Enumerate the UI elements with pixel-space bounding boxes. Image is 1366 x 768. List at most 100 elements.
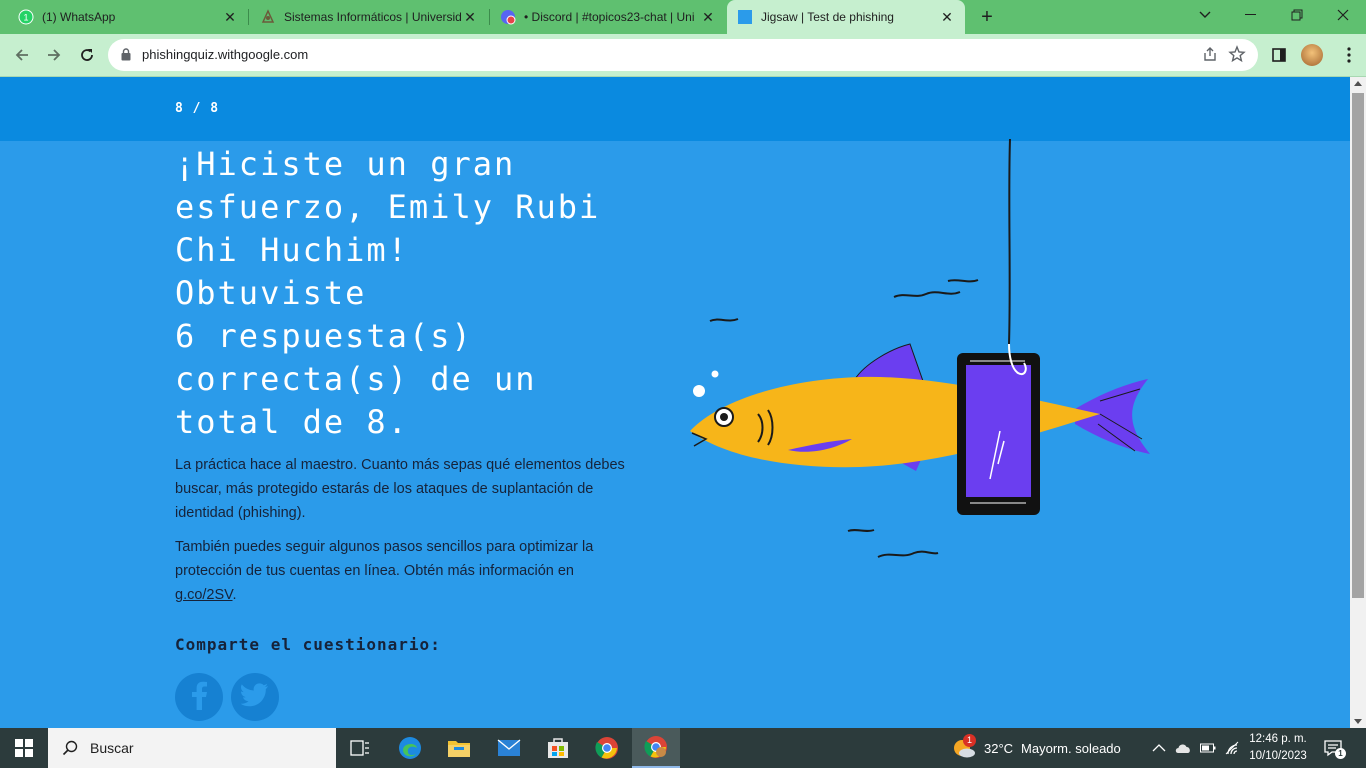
result-headline: ¡Hiciste un gran esfuerzo, Emily Rubi Ch…	[175, 143, 645, 444]
close-tab-icon[interactable]: ✕	[939, 9, 955, 25]
headline-line: total de 8.	[175, 403, 409, 441]
tab-sistemas[interactable]: Sistemas Informáticos | Universid ✕	[250, 0, 488, 34]
tab-strip: 1 (1) WhatsApp ✕ Sistemas Informáticos |…	[0, 0, 1366, 34]
edge-taskbar-button[interactable]	[386, 728, 434, 768]
paragraph-end: .	[232, 587, 237, 603]
mail-taskbar-button[interactable]	[485, 728, 533, 768]
profile-avatar[interactable]	[1301, 44, 1323, 66]
tab-discord[interactable]: • Discord | #topicos23-chat | Uni ✕	[490, 0, 726, 34]
whatsapp-icon: 1	[18, 9, 34, 25]
headline-line: ¡Hiciste un gran	[175, 145, 516, 183]
onedrive-icon[interactable]	[1174, 728, 1192, 768]
svg-text:1: 1	[23, 13, 28, 23]
security-paragraph: También puedes seguir algunos pasos senc…	[175, 535, 625, 607]
side-panel-icon[interactable]	[1266, 42, 1292, 68]
clock-time: 12:46 p. m.	[1249, 733, 1307, 745]
restore-button[interactable]	[1274, 0, 1320, 30]
security-paragraph-text: También puedes seguir algunos pasos senc…	[175, 539, 594, 579]
new-tab-button[interactable]: +	[975, 5, 999, 29]
system-clock[interactable]: 12:46 p. m. 10/10/2023	[1238, 731, 1318, 765]
water-ripple	[877, 550, 939, 558]
water-ripple	[709, 318, 739, 322]
reload-button[interactable]	[74, 42, 100, 68]
minimize-button[interactable]	[1228, 0, 1274, 30]
weather-badge: 1	[963, 734, 976, 747]
practice-paragraph: La práctica hace al maestro. Cuanto más …	[175, 457, 625, 521]
bookmark-star-icon[interactable]	[1228, 45, 1246, 68]
browser-toolbar: phishingquiz.withgoogle.com	[0, 34, 1366, 77]
search-icon	[62, 740, 78, 756]
fishing-line	[1008, 139, 1011, 345]
close-tab-icon[interactable]: ✕	[462, 9, 478, 25]
headline-line: Obtuviste	[175, 274, 367, 312]
page-scrollbar[interactable]	[1350, 77, 1366, 728]
back-button[interactable]	[9, 42, 35, 68]
quiz-header: 8 / 8	[0, 77, 1350, 141]
tab-title: • Discord | #topicos23-chat | Uni	[524, 10, 695, 24]
tab-title: Jigsaw | Test de phishing	[761, 10, 894, 24]
weather-sun-icon: 1	[952, 734, 976, 759]
scrollbar-thumb[interactable]	[1352, 93, 1364, 598]
store-taskbar-button[interactable]	[534, 728, 582, 768]
lock-icon[interactable]	[121, 48, 131, 66]
tab-divider	[248, 9, 249, 25]
progress-indicator: 8 / 8	[175, 101, 220, 116]
facebook-share-button[interactable]	[175, 673, 223, 721]
mail-icon	[497, 739, 521, 756]
twitter-icon	[240, 682, 269, 712]
weather-description: Mayorm. soleado	[1021, 740, 1121, 756]
chrome-icon	[595, 737, 618, 759]
phishing-fish-illustration	[690, 139, 1150, 558]
tab-jigsaw[interactable]: Jigsaw | Test de phishing ✕	[727, 0, 965, 34]
phone-screen	[966, 365, 1031, 497]
g-co-2sv-link[interactable]: g.co/2SV	[175, 587, 233, 603]
share-icon[interactable]	[1202, 46, 1218, 67]
windows-logo-icon	[15, 739, 33, 757]
scroll-down-arrow-icon[interactable]	[1354, 719, 1362, 724]
headline-line: 6 respuesta(s)	[175, 317, 473, 355]
headline-line: Chi Huchim!	[175, 231, 409, 269]
show-hidden-icons-button[interactable]	[1152, 728, 1166, 768]
chrome-icon	[644, 736, 667, 758]
menu-icon[interactable]	[1336, 42, 1362, 68]
taskbar-search-box[interactable]: Buscar	[48, 728, 336, 768]
clock-date: 10/10/2023	[1249, 750, 1307, 762]
headline-line: esfuerzo, Emily Rubi	[175, 188, 601, 226]
file-explorer-taskbar-button[interactable]	[435, 728, 483, 768]
bubble	[711, 370, 719, 378]
close-tab-icon[interactable]: ✕	[222, 9, 238, 25]
chrome-taskbar-button[interactable]	[583, 728, 631, 768]
forward-button[interactable]	[41, 42, 67, 68]
water-ripple	[947, 279, 979, 283]
address-bar[interactable]: phishingquiz.withgoogle.com	[108, 39, 1258, 71]
chevron-up-icon	[1152, 744, 1166, 752]
notifications-button[interactable]: 1	[1324, 728, 1346, 768]
tab-whatsapp[interactable]: 1 (1) WhatsApp ✕	[8, 0, 248, 34]
tab-title: Sistemas Informáticos | Universid	[284, 10, 462, 24]
start-button[interactable]	[0, 728, 48, 768]
windows-taskbar: Buscar 1 32°C Mayorm. soleado 12:46 p. m…	[0, 728, 1366, 768]
water-ripple	[893, 291, 961, 298]
chrome-profile-taskbar-button[interactable]	[632, 728, 680, 768]
close-window-button[interactable]	[1320, 0, 1366, 30]
task-view-icon	[350, 740, 369, 756]
folder-icon	[448, 741, 470, 757]
facebook-icon	[190, 680, 208, 715]
weather-widget[interactable]: 1 32°C Mayorm. soleado	[952, 728, 1121, 768]
weather-temperature: 32°C	[984, 740, 1014, 756]
close-tab-icon[interactable]: ✕	[700, 9, 716, 25]
page-content: 8 / 8 ¡Hiciste un gran esfuerzo, Emily R…	[0, 77, 1350, 728]
battery-icon[interactable]	[1200, 728, 1216, 768]
store-icon	[548, 738, 568, 758]
notification-icon: 1	[1324, 739, 1346, 759]
tab-search-chevron-icon[interactable]	[1182, 0, 1228, 30]
task-view-button[interactable]	[336, 728, 384, 768]
search-placeholder: Buscar	[90, 740, 134, 756]
bubble	[693, 385, 705, 397]
edge-icon	[399, 737, 421, 759]
university-icon	[260, 9, 276, 25]
url-text[interactable]: phishingquiz.withgoogle.com	[142, 47, 308, 62]
jigsaw-icon	[737, 9, 753, 25]
twitter-share-button[interactable]	[231, 673, 279, 721]
scroll-up-arrow-icon[interactable]	[1354, 81, 1362, 86]
